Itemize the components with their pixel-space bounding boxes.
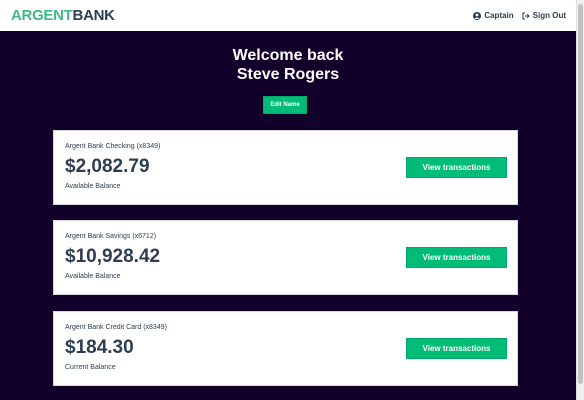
account-title: Argent Bank Checking (x8349) [65, 143, 161, 150]
user-circle-icon [473, 11, 482, 20]
account-title: Argent Bank Savings (x6712) [65, 233, 157, 240]
edit-name-button[interactable]: Edit Name [263, 96, 307, 114]
account-amount: $2,082.79 [65, 156, 150, 177]
account-card-savings: Argent Bank Savings (x6712) $10,928.42 A… [53, 220, 518, 295]
view-transactions-button[interactable]: View transactions [406, 157, 507, 178]
account-amount-description: Current Balance [65, 364, 116, 371]
account-amount-description: Available Balance [65, 183, 121, 190]
user-full-name: Steve Rogers [236, 66, 340, 83]
sign-out-label: Sign Out [532, 11, 566, 20]
page-scrollbar[interactable] [576, 0, 584, 400]
account-title: Argent Bank Credit Card (x8349) [65, 324, 167, 331]
account-amount: $184.30 [65, 337, 134, 358]
scrollbar-thumb[interactable] [578, 4, 583, 384]
user-name-label: Captain [484, 11, 514, 20]
account-card-checking: Argent Bank Checking (x8349) $2,082.79 A… [53, 130, 518, 205]
welcome-heading: Welcome back Steve Rogers [0, 46, 576, 84]
account-amount-description: Available Balance [65, 273, 121, 280]
argent-bank-logo[interactable]: ARGENT BANK [11, 0, 115, 31]
account-amount: $10,928.42 [65, 246, 161, 267]
logo-text-bank: BANK [72, 7, 115, 24]
user-profile-link[interactable]: Captain [473, 11, 514, 20]
welcome-line: Welcome back [232, 47, 344, 64]
sign-out-icon [522, 12, 530, 19]
view-transactions-button[interactable]: View transactions [406, 247, 507, 268]
sign-out-link[interactable]: Sign Out [522, 11, 566, 20]
logo-text-argent: ARGENT [11, 7, 73, 24]
account-card-credit: Argent Bank Credit Card (x8349) $184.30 … [53, 311, 518, 386]
main-nav: Captain Sign Out [473, 11, 566, 20]
view-transactions-button[interactable]: View transactions [406, 338, 507, 359]
top-navigation-bar: ARGENT BANK Captain Sign Out [0, 0, 576, 31]
